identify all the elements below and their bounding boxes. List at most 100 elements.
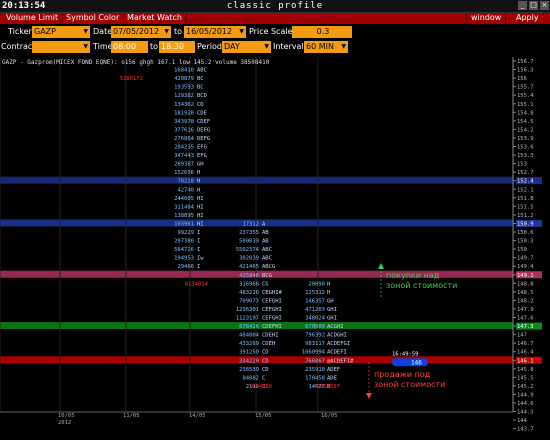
chevron-down-icon: ▼ xyxy=(341,43,346,50)
profile-col3-letters: GHI xyxy=(327,316,337,322)
price-tick-label: 152.7 xyxy=(517,170,534,176)
profile-col3-volume: 983117 xyxy=(305,341,325,347)
profile-col2-volume: 237355 xyxy=(239,230,259,236)
price-tick-label: 156 xyxy=(517,76,527,82)
profile-col1-letters: I xyxy=(197,230,200,236)
price-tick-label: 153 xyxy=(517,162,527,168)
chart-header: GAZP - Gazprom(MICEX FOND EQNE): o156 gh… xyxy=(2,59,270,66)
profile-col1-letters: BC xyxy=(197,76,204,82)
profile-col1-volume: 99229 xyxy=(177,230,194,236)
annotation-selling-below-value: продажи под зоной стоимости xyxy=(374,370,446,389)
toolbar: Ticker GAZP ▼ Date 07/05/2012 ▼ to 16/05/2… xyxy=(0,24,550,56)
profile-col2-letters: CEFGHI xyxy=(262,307,282,313)
time-from-input[interactable]: 08:00 xyxy=(111,41,148,53)
menu-symbol-color[interactable]: Symbol Color xyxy=(62,13,125,24)
profile-col3-volume: 125312 xyxy=(305,290,325,296)
profile-col2-volume: 709073 xyxy=(239,298,259,304)
profile-col1-letters: CDEF xyxy=(197,119,210,125)
interval-select[interactable]: 60 MIN ▼ xyxy=(304,41,348,53)
price-tick-label: 146.1 xyxy=(517,358,534,364)
profile-col1-volume: 311404 xyxy=(174,204,195,210)
profile-col2-volume: 678426 xyxy=(239,324,259,330)
price-tick-label: 147 xyxy=(517,333,527,339)
profile-col2-volume: 391250 xyxy=(239,350,259,356)
profile-col1-volume: 564726 xyxy=(174,247,194,253)
period-label: Period xyxy=(197,42,222,51)
period-volume-total: 4054597 xyxy=(317,384,340,390)
profile-col3-letters: ADEF xyxy=(327,367,340,373)
contract-select[interactable]: ▼ xyxy=(32,41,90,53)
menu-apply[interactable]: Apply xyxy=(512,13,544,24)
menu-market-watch[interactable]: Market Watch xyxy=(123,13,187,24)
price-tick-label: 154.8 xyxy=(517,110,534,116)
profile-col3-volume: 471203 xyxy=(305,307,325,313)
profile-col1-volume: 42740 xyxy=(177,187,194,193)
profile-col1-letters: H xyxy=(197,179,200,185)
menu-window[interactable]: window xyxy=(466,13,507,24)
period-volume-total: 5280172 xyxy=(120,76,143,82)
profile-col1-volume: 343978 xyxy=(174,119,194,125)
price-tick-label: 150.3 xyxy=(517,239,534,245)
profile-col1-volume: 152656 xyxy=(174,170,194,176)
chevron-down-icon: ▼ xyxy=(83,43,88,50)
profile-col2-volume: 302039 xyxy=(239,256,259,262)
profile-col1-letters: EFG xyxy=(197,153,207,159)
current-price-box xyxy=(392,358,428,367)
profile-col2-volume: 483226 xyxy=(239,290,259,296)
profile-col2-letters: CEFGHI xyxy=(262,316,282,322)
date-to-label: to xyxy=(174,27,183,36)
profile-col2-volume: 236539 xyxy=(239,367,259,373)
price-tick-label: 155.4 xyxy=(517,93,534,99)
ticker-select[interactable]: GAZP ▼ xyxy=(32,26,90,38)
price-tick-label: 154.2 xyxy=(517,127,534,133)
profile-col3-volume: 170458 xyxy=(305,375,325,381)
profile-col1-letters: H xyxy=(197,187,200,193)
price-tick-label: 144.9 xyxy=(517,392,534,398)
price-tick-label: 143.7 xyxy=(517,427,534,433)
profile-col2-letters: CD xyxy=(262,367,269,373)
profile-col3-volume: 235910 xyxy=(305,367,325,373)
maximize-icon[interactable]: □ xyxy=(529,1,538,10)
price-tick-label: 149.1 xyxy=(517,273,534,279)
time-to-input[interactable]: 18:30 xyxy=(159,41,195,53)
close-icon[interactable]: × xyxy=(540,1,549,10)
menu-volume-limit[interactable]: Volume Limit xyxy=(2,13,64,24)
profile-col1-letters: H xyxy=(197,170,200,176)
profile-col1-letters: I xyxy=(197,239,200,245)
price-tick-label: 155.1 xyxy=(517,102,534,108)
profile-col3-letters: ADE xyxy=(327,375,337,381)
price-scale-label: Price Scale xyxy=(249,27,293,36)
price-tick-label: 147.6 xyxy=(517,316,534,322)
price-scale-input[interactable]: 0.3 xyxy=(292,26,352,38)
profile-col1-volume: 138895 xyxy=(174,213,194,219)
current-price-label: 146 xyxy=(411,359,422,366)
date-label: Date xyxy=(93,27,113,36)
profile-col3-letters: ACGHI xyxy=(327,324,344,330)
price-tick-label: 151.2 xyxy=(517,213,534,219)
profile-col2-letters: ABC xyxy=(262,247,272,253)
profile-col3-volume: 1060994 xyxy=(302,350,326,356)
profile-col1-letters: DEFG xyxy=(197,136,210,142)
profile-col3-volume: 670000 xyxy=(305,324,325,330)
profile-chart-canvas[interactable]: 168410 ABC420879 BC193593 BC129382 BCD134362… xyxy=(0,57,550,440)
profile-chart[interactable]: 168410 ABC 420879 BC 193593 BC 129382 BCD 134362… xyxy=(0,57,550,440)
profile-col3-letters: H xyxy=(327,290,330,296)
period-select[interactable]: DAY ▼ xyxy=(222,41,271,53)
profile-col1-letters: GH xyxy=(197,162,204,168)
profile-col1-volume: 420879 xyxy=(174,76,194,82)
profile-col2-letters: ABCG xyxy=(262,264,275,270)
date-from-select[interactable]: 07/05/2012 ▼ xyxy=(111,26,171,38)
time-axis-label: 10/05 xyxy=(58,413,75,419)
profile-col2-letters: ABC xyxy=(262,256,272,262)
time-axis-label: 2012 xyxy=(58,420,71,426)
profile-col1-letters: BC xyxy=(197,85,204,91)
profile-col1-volume: 297380 xyxy=(174,239,194,245)
interval-label: Interval xyxy=(273,42,304,51)
profile-col2-letters: CD xyxy=(262,358,269,364)
profile-col1-volume: 181920 xyxy=(174,110,194,116)
profile-col3-letters: H xyxy=(327,281,330,287)
price-tick-label: 149.4 xyxy=(517,264,534,270)
minimize-icon[interactable]: _ xyxy=(518,1,527,10)
profile-col1-letters: ABC xyxy=(197,68,207,74)
date-to-select[interactable]: 16/05/2012 ▼ xyxy=(184,26,246,38)
